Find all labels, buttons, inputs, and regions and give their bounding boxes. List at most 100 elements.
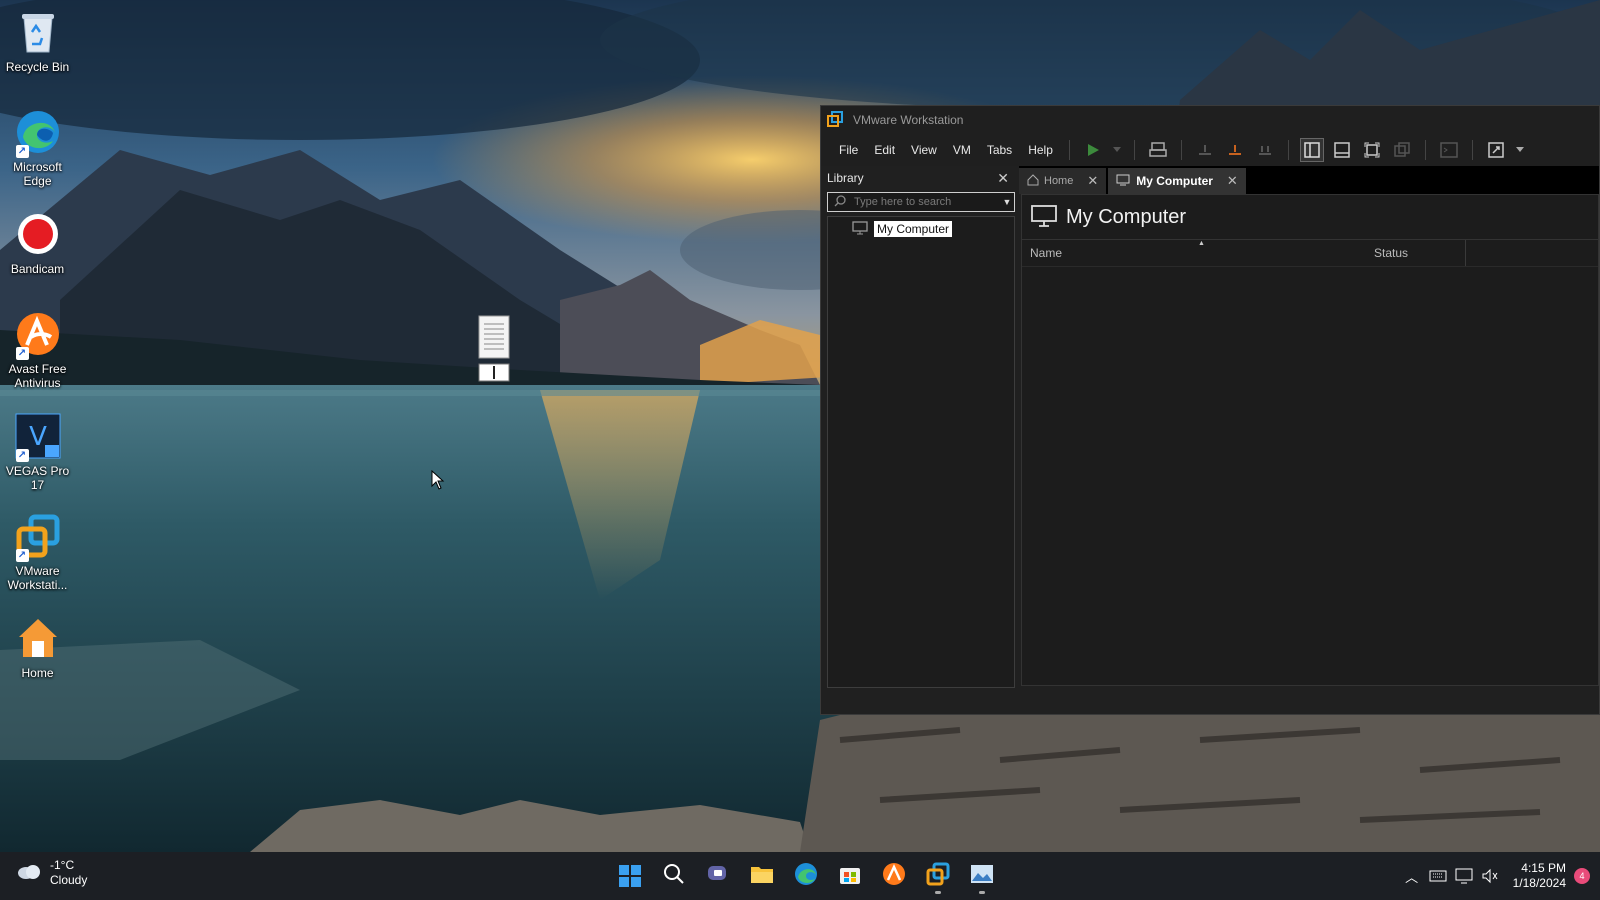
column-header-status[interactable]: Status	[1366, 240, 1466, 266]
page-title-text: My Computer	[1066, 205, 1187, 228]
desktop-icon-bandicam[interactable]: Bandicam	[0, 210, 75, 276]
avast-icon	[882, 862, 906, 891]
svg-text:V: V	[29, 422, 47, 452]
menu-file[interactable]: File	[831, 139, 866, 161]
sort-ascending-icon: ▲	[1198, 240, 1205, 247]
desktop-icon-home[interactable]: Home	[0, 614, 75, 680]
tab-label: My Computer	[1136, 174, 1213, 188]
close-icon[interactable]: ✕	[1227, 173, 1238, 189]
computer-icon	[1030, 204, 1058, 231]
close-icon[interactable]: ✕	[1087, 173, 1098, 189]
bandicam-icon	[14, 210, 62, 258]
toolbar-divider	[1180, 140, 1182, 160]
tree-item-label: My Computer	[874, 221, 953, 237]
snapshot-manager-icon[interactable]	[1253, 138, 1277, 162]
toolbar-divider	[1068, 140, 1070, 160]
desktop-icon-vmware[interactable]: ↗ VMware Workstati...	[0, 512, 75, 592]
desktop-file-icon[interactable]	[477, 314, 511, 386]
home-icon	[1027, 173, 1039, 189]
mouse-cursor-icon	[431, 469, 445, 495]
thumbnail-bar-icon[interactable]	[1330, 138, 1354, 162]
tree-item-my-computer[interactable]: My Computer	[828, 220, 1014, 238]
menu-vm[interactable]: VM	[945, 139, 979, 161]
computer-icon	[1116, 174, 1130, 189]
edge-icon: ↗	[14, 108, 62, 158]
chevron-up-icon[interactable]: ︿	[1399, 863, 1425, 889]
search-icon	[834, 194, 846, 210]
library-title: Library	[827, 171, 864, 185]
unity-icon[interactable]	[1390, 138, 1414, 162]
tab-home[interactable]: Home ✕	[1019, 168, 1107, 194]
toolbar-divider	[1287, 140, 1289, 160]
running-indicator	[979, 891, 985, 894]
chevron-down-icon[interactable]	[1111, 138, 1123, 162]
cloud-icon	[16, 862, 42, 885]
stretch-guest-icon[interactable]	[1484, 138, 1508, 162]
edge-taskbar-button[interactable]	[788, 858, 824, 894]
vmware-icon: ↗	[14, 512, 62, 562]
desktop-icon-avast[interactable]: ↗ Avast Free Antivirus	[0, 310, 75, 390]
shortcut-arrow-icon: ↗	[15, 549, 29, 562]
keyboard-icon[interactable]	[1425, 863, 1451, 889]
vmware-app-icon	[827, 110, 843, 130]
avast-taskbar-button[interactable]	[876, 858, 912, 894]
chevron-down-icon[interactable]	[1514, 138, 1526, 162]
library-header: Library ✕	[825, 166, 1015, 190]
search-button[interactable]	[656, 858, 692, 894]
my-computer-view: My Computer ▲ Name Status	[1021, 194, 1599, 686]
menu-help[interactable]: Help	[1020, 139, 1061, 161]
search-placeholder: Type here to search	[854, 196, 952, 208]
table-header: ▲ Name Status	[1022, 239, 1598, 267]
desktop-icon-vegas[interactable]: V ↗ VEGAS Pro 17	[0, 412, 75, 492]
teams-chat-button[interactable]	[700, 858, 736, 894]
chat-icon	[706, 863, 730, 890]
search-icon	[663, 863, 685, 890]
close-icon[interactable]: ✕	[997, 170, 1009, 187]
edge-icon	[794, 862, 818, 891]
taskbar: -1°C Cloudy ︿ 4:15 PM 1/18/2024 4	[0, 852, 1600, 900]
notification-badge[interactable]: 4	[1574, 868, 1590, 884]
vegas-icon: V ↗	[14, 412, 62, 462]
library-search-input[interactable]: Type here to search ▼	[827, 192, 1015, 212]
vmware-taskbar-button[interactable]	[920, 858, 956, 894]
toolbar-divider	[1133, 140, 1135, 160]
recycle-bin-icon	[14, 8, 62, 56]
chevron-down-icon[interactable]: ▼	[1000, 197, 1014, 207]
clock[interactable]: 4:15 PM 1/18/2024	[1513, 861, 1566, 891]
tab-label: Home	[1044, 175, 1074, 187]
weather-condition: Cloudy	[50, 873, 88, 887]
vmware-window[interactable]: VMware Workstation File Edit View VM Tab…	[820, 105, 1600, 715]
console-view-icon[interactable]	[1437, 138, 1461, 162]
photos-icon	[970, 864, 994, 889]
start-button[interactable]	[612, 858, 648, 894]
column-header-name[interactable]: Name	[1022, 246, 1366, 260]
shortcut-arrow-icon: ↗	[15, 347, 29, 360]
menu-edit[interactable]: Edit	[866, 139, 903, 161]
show-library-icon[interactable]	[1299, 138, 1324, 162]
menu-view[interactable]: View	[903, 139, 945, 161]
send-ctrl-alt-del-icon[interactable]	[1146, 138, 1170, 162]
photos-taskbar-button[interactable]	[964, 858, 1000, 894]
desktop-icon-edge[interactable]: ↗ Microsoft Edge	[0, 108, 75, 188]
volume-icon[interactable]	[1477, 863, 1503, 889]
menu-toolbar: File Edit View VM Tabs Help	[821, 134, 1599, 166]
weather-widget[interactable]: -1°C Cloudy	[16, 858, 87, 888]
computer-icon	[852, 220, 868, 238]
clock-date: 1/18/2024	[1512, 876, 1566, 890]
file-explorer-button[interactable]	[744, 858, 780, 894]
tab-my-computer[interactable]: My Computer ✕	[1108, 168, 1246, 194]
full-screen-icon[interactable]	[1360, 138, 1384, 162]
snapshot-take-icon[interactable]	[1193, 138, 1217, 162]
library-tree: My Computer	[827, 216, 1015, 688]
snapshot-revert-icon[interactable]	[1223, 138, 1247, 162]
library-panel: Library ✕ Type here to search ▼ My Compu…	[825, 166, 1015, 696]
store-button[interactable]	[832, 858, 868, 894]
shortcut-arrow-icon: ↗	[15, 449, 29, 462]
folder-icon	[750, 864, 774, 889]
power-on-icon[interactable]	[1081, 138, 1105, 162]
display-icon[interactable]	[1451, 863, 1477, 889]
menu-tabs[interactable]: Tabs	[979, 139, 1020, 161]
desktop-icon-recycle-bin[interactable]: Recycle Bin	[0, 8, 75, 74]
title-bar[interactable]: VMware Workstation	[821, 106, 1599, 134]
toolbar-divider	[1424, 140, 1426, 160]
